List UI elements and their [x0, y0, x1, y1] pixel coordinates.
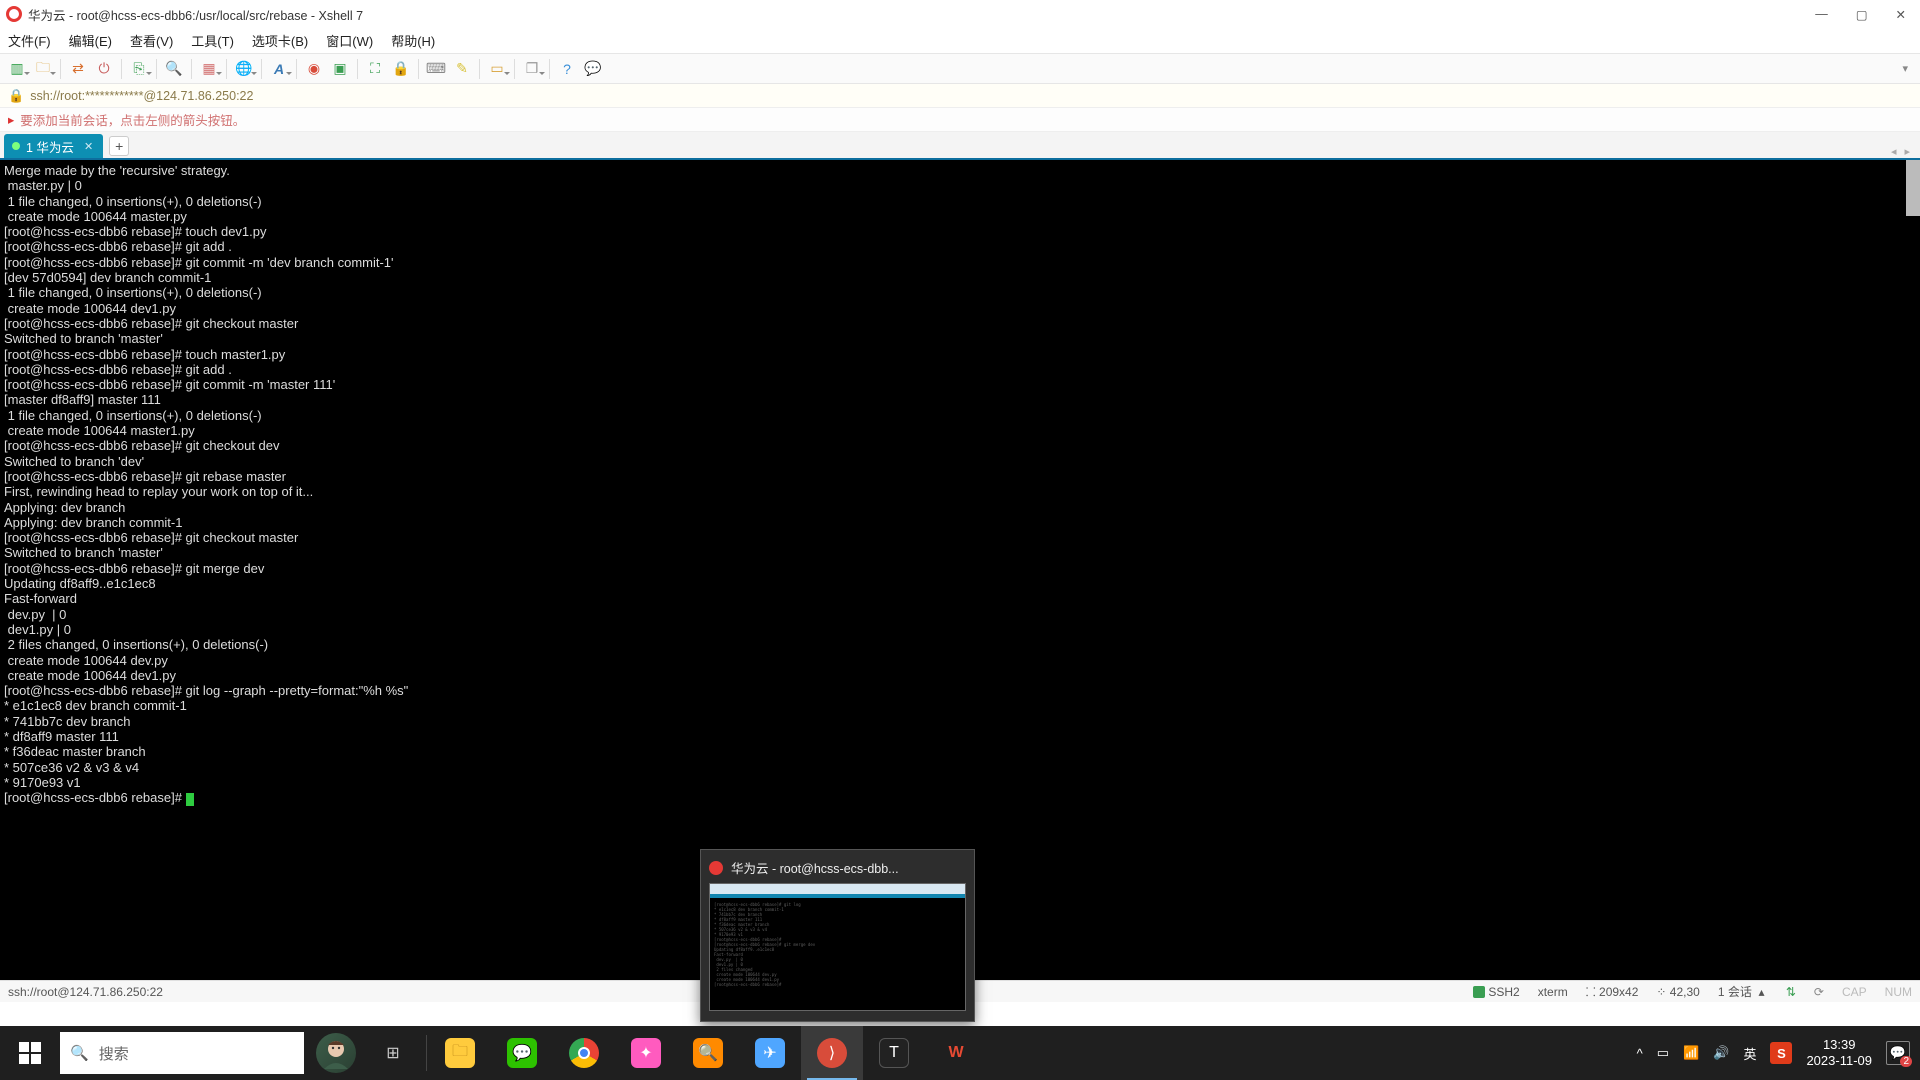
taskbar-app-xshell[interactable]: ⟩ [801, 1026, 863, 1080]
address-text[interactable]: ssh://root:************@124.71.86.250:22 [30, 89, 253, 103]
preview-thumbnail[interactable]: [root@hcss-ecs-dbb6 rebase]# git log * e… [709, 883, 966, 1011]
reconnect-icon[interactable]: ⇄ [67, 58, 89, 80]
system-tray: ^ ▭ 📶 🔊 英 S 13:39 2023-11-09 💬2 [1627, 1037, 1920, 1069]
taskbar-app-chrome[interactable] [553, 1026, 615, 1080]
help-icon[interactable]: ? [556, 58, 578, 80]
menu-tools[interactable]: 工具(T) [191, 31, 234, 50]
xftp-icon[interactable]: ▣ [329, 58, 351, 80]
menu-file[interactable]: 文件(F) [8, 31, 51, 50]
status-updown-icon[interactable]: ⇅ [1786, 985, 1796, 999]
disconnect-icon[interactable]: ⏻ [93, 58, 115, 80]
menu-tabs[interactable]: 选项卡(B) [252, 31, 308, 50]
tray-ime-lang[interactable]: 英 [1743, 1044, 1756, 1063]
task-view-button[interactable]: ⊞ [362, 1026, 424, 1080]
tray-time: 13:39 [1823, 1037, 1856, 1053]
status-sessions: 1 会话 ▴ [1718, 983, 1768, 1000]
grid-icon[interactable]: ▦ [198, 58, 220, 80]
hint-text: 要添加当前会话，点击左侧的箭头按钮。 [20, 110, 245, 129]
preview-title: 华为云 - root@hcss-ecs-dbb... [731, 858, 899, 877]
highlight-icon[interactable]: ✎ [451, 58, 473, 80]
address-bar: 🔒 ssh://root:************@124.71.86.250:… [0, 84, 1920, 108]
menu-help[interactable]: 帮助(H) [391, 31, 435, 50]
status-cap: CAP [1842, 985, 1867, 999]
status-connection: ssh://root@124.71.86.250:22 [8, 985, 163, 999]
open-folder-icon[interactable]: 🗀 [32, 58, 54, 80]
keyboard-icon[interactable]: ⌨ [425, 58, 447, 80]
menu-bar: 文件(F) 编辑(E) 查看(V) 工具(T) 选项卡(B) 窗口(W) 帮助(… [0, 28, 1920, 54]
cascade-icon[interactable]: ❐ [521, 58, 543, 80]
taskbar-app-explorer[interactable]: 🗀 [429, 1026, 491, 1080]
connection-status-icon [12, 142, 20, 150]
tray-battery-icon[interactable]: ▭ [1657, 1045, 1669, 1061]
preview-logo-icon [709, 861, 723, 875]
menu-view[interactable]: 查看(V) [130, 31, 173, 50]
tray-wifi-icon[interactable]: 📶 [1683, 1045, 1699, 1061]
toolbar-overflow-icon[interactable]: ▾ [1902, 62, 1914, 75]
tab-next-icon[interactable]: ▸ [1904, 145, 1910, 158]
search-placeholder: 搜索 [99, 1043, 129, 1064]
start-button[interactable] [0, 1026, 60, 1080]
cortana-avatar[interactable] [316, 1033, 356, 1073]
menu-edit[interactable]: 编辑(E) [69, 31, 112, 50]
status-term: xterm [1538, 985, 1568, 999]
tab-strip: 1 华为云 ✕ + ◂ ▸ [0, 132, 1920, 160]
tab-close-icon[interactable]: ✕ [84, 140, 93, 153]
flag-icon: ▸ [8, 112, 14, 127]
chat-icon[interactable]: 💬 [582, 58, 604, 80]
copy-icon[interactable]: ⎘ [128, 58, 150, 80]
font-icon[interactable]: A [268, 58, 290, 80]
session-tab[interactable]: 1 华为云 ✕ [4, 134, 103, 158]
taskbar-preview[interactable]: 华为云 - root@hcss-ecs-dbb... [root@hcss-ec… [700, 849, 975, 1022]
taskbar-search[interactable]: 🔍 搜索 [60, 1032, 304, 1074]
windows-taskbar: 🔍 搜索 ⊞ 🗀 💬 ✦ 🔍 ✈ ⟩ T W ^ ▭ 📶 🔊 英 S 13:39… [0, 1026, 1920, 1080]
close-button[interactable]: ✕ [1896, 7, 1906, 22]
toolbar: ▥ 🗀 ⇄ ⏻ ⎘ 🔍 ▦ 🌐 A ◉ ▣ ⛶ 🔒 ⌨ ✎ ▭ ❐ ? 💬 ▾ [0, 54, 1920, 84]
terminal-output: Merge made by the 'recursive' strategy. … [4, 163, 408, 805]
app-logo-icon [6, 6, 22, 22]
terminal-cursor [186, 793, 194, 806]
tab-label: 1 华为云 [26, 137, 74, 156]
tab-prev-icon[interactable]: ◂ [1891, 145, 1897, 158]
status-num: NUM [1885, 985, 1912, 999]
minimize-button[interactable]: — [1815, 7, 1828, 22]
globe-icon[interactable]: 🌐 [233, 58, 255, 80]
tray-notifications-icon[interactable]: 💬2 [1886, 1041, 1910, 1065]
tray-chevron-icon[interactable]: ^ [1637, 1046, 1643, 1061]
taskbar-app-wechat[interactable]: 💬 [491, 1026, 553, 1080]
menu-window[interactable]: 窗口(W) [326, 31, 373, 50]
taskbar-app-pink[interactable]: ✦ [615, 1026, 677, 1080]
status-cursor: ⁘ 42,30 [1656, 985, 1699, 999]
taskbar-app-everything[interactable]: 🔍 [677, 1026, 739, 1080]
search-icon: 🔍 [70, 1044, 89, 1062]
add-tab-button[interactable]: + [109, 136, 129, 156]
xagent-icon[interactable]: ◉ [303, 58, 325, 80]
taskbar-app-wps[interactable]: W [925, 1026, 987, 1080]
taskbar-app-typora[interactable]: T [863, 1026, 925, 1080]
status-protocol: SSH2 [1473, 985, 1520, 999]
maximize-button[interactable]: ▢ [1856, 7, 1868, 22]
title-bar: 华为云 - root@hcss-ecs-dbb6:/usr/local/src/… [0, 0, 1920, 28]
tray-clock[interactable]: 13:39 2023-11-09 [1806, 1037, 1872, 1069]
notif-count: 2 [1900, 1056, 1912, 1067]
new-session-icon[interactable]: ▥ [6, 58, 28, 80]
fullscreen-icon[interactable]: ⛶ [364, 58, 386, 80]
window-title: 华为云 - root@hcss-ecs-dbb6:/usr/local/src/… [28, 5, 363, 24]
hint-bar: ▸ 要添加当前会话，点击左侧的箭头按钮。 [0, 108, 1920, 132]
scrollbar-thumb[interactable] [1906, 160, 1920, 216]
taskbar-app-feishu[interactable]: ✈ [739, 1026, 801, 1080]
tray-ime-brand-icon[interactable]: S [1770, 1042, 1792, 1064]
tray-volume-icon[interactable]: 🔊 [1713, 1045, 1729, 1061]
search-icon[interactable]: 🔍 [163, 58, 185, 80]
lock-icon[interactable]: 🔒 [390, 58, 412, 80]
status-sync-icon[interactable]: ⟳ [1814, 985, 1824, 999]
layout-icon[interactable]: ▭ [486, 58, 508, 80]
status-size: ⸬ 209x42 [1586, 983, 1639, 1000]
lock-small-icon: 🔒 [8, 88, 24, 104]
tray-date: 2023-11-09 [1806, 1053, 1872, 1069]
